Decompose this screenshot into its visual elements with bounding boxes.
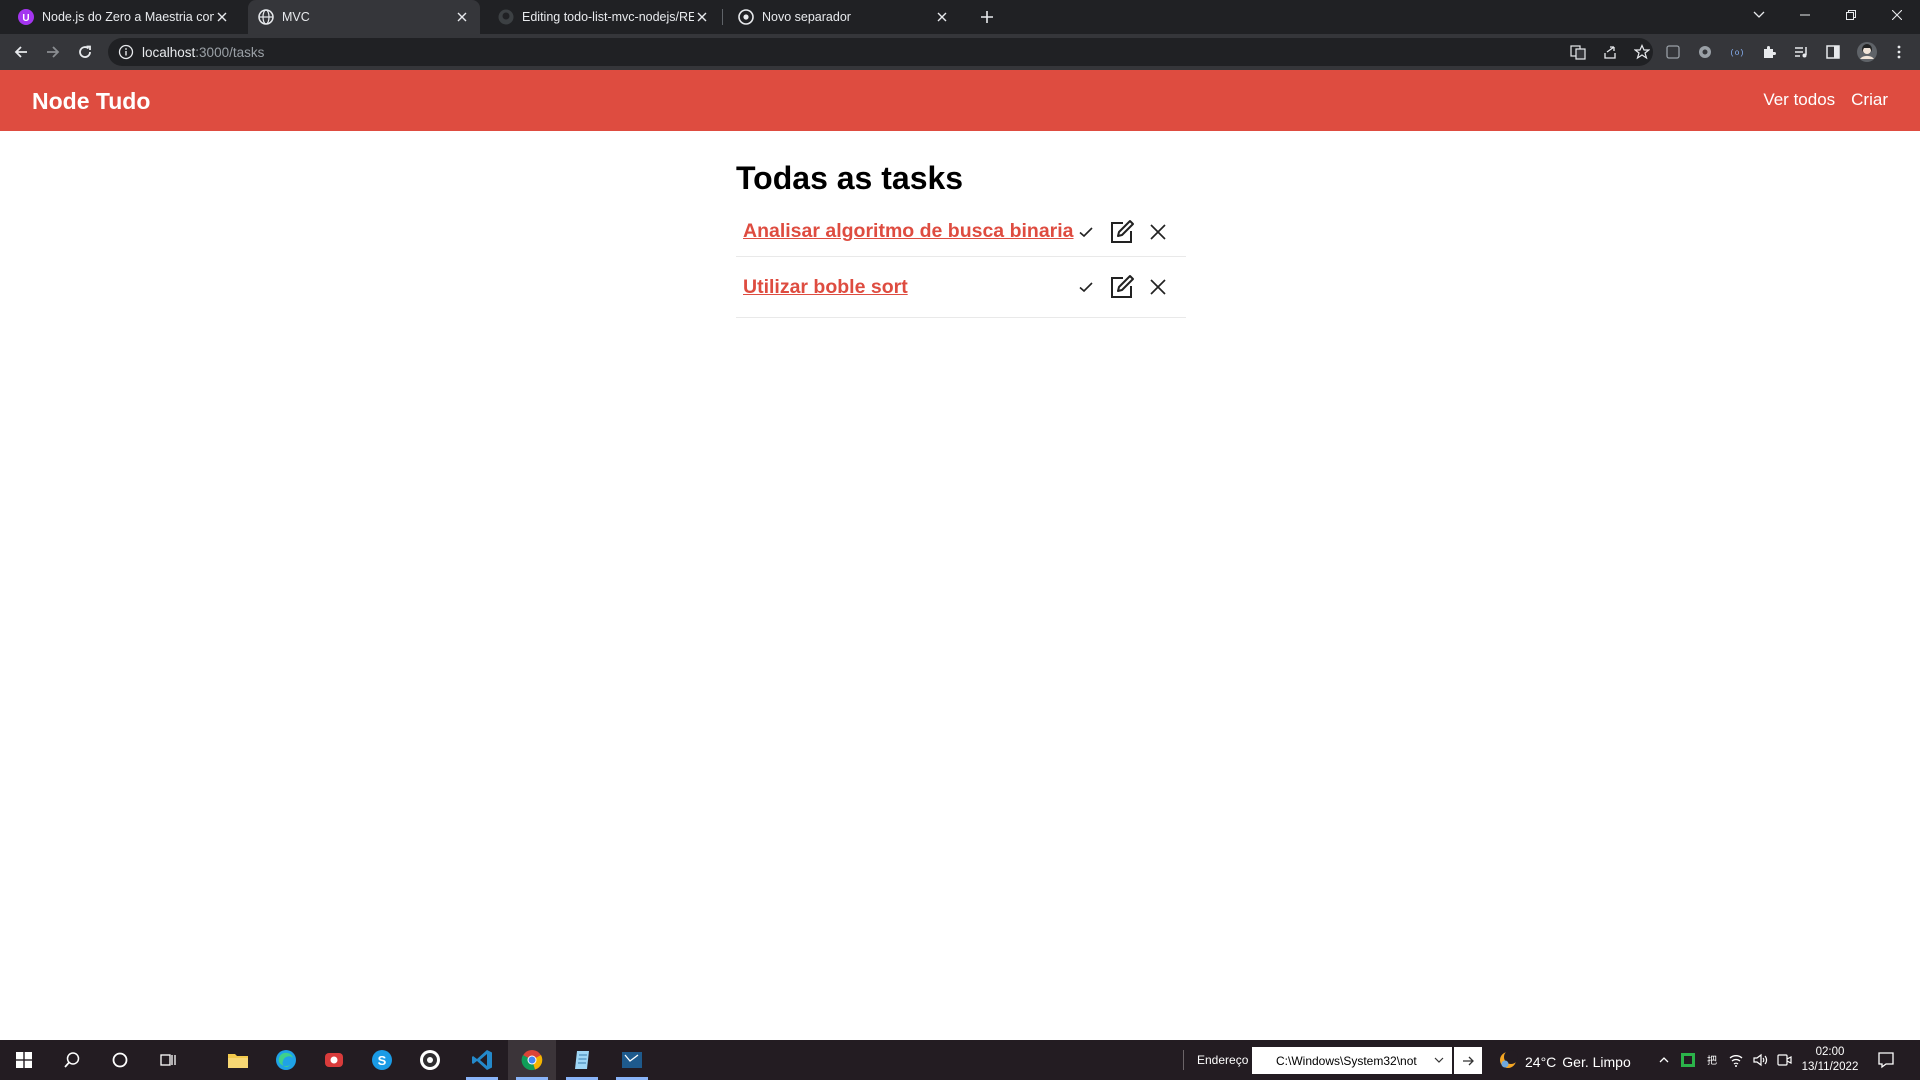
- delete-x-icon[interactable]: [1145, 274, 1171, 300]
- svg-text:把: 把: [1707, 1054, 1717, 1067]
- share-icon[interactable]: [1602, 44, 1618, 60]
- url-path: :3000/tasks: [195, 45, 265, 60]
- address-toolbar-input[interactable]: C:\Windows\System32\not: [1252, 1047, 1452, 1074]
- tab-new-separator[interactable]: Novo separador: [728, 0, 960, 34]
- start-windows-icon[interactable]: [0, 1040, 48, 1080]
- clock-time: 02:00: [1815, 1046, 1845, 1058]
- weather-moon-icon: [1497, 1049, 1519, 1074]
- delete-x-icon[interactable]: [1145, 219, 1171, 245]
- task-actions: [1073, 219, 1171, 245]
- task-view-icon[interactable]: [144, 1040, 192, 1080]
- notepad-icon[interactable]: [558, 1040, 606, 1080]
- tab-separator: [722, 9, 723, 25]
- brand-logo-link[interactable]: Node Tudo: [32, 88, 150, 115]
- complete-check-icon[interactable]: [1073, 274, 1099, 300]
- url-host: localhost: [142, 45, 196, 60]
- task-row: Analisar algoritmo de busca binaria: [736, 207, 1186, 257]
- tab-mvc[interactable]: MVC: [248, 0, 480, 34]
- close-tab-icon[interactable]: [214, 9, 230, 25]
- address-bar[interactable]: localhost:3000/tasks: [108, 38, 1653, 66]
- skype-icon[interactable]: S: [358, 1040, 406, 1080]
- cortana-icon[interactable]: [96, 1040, 144, 1080]
- extension-dev-icon[interactable]: (o): [1729, 44, 1745, 60]
- side-panel-icon[interactable]: [1825, 44, 1841, 60]
- address-go-button[interactable]: [1454, 1047, 1482, 1074]
- task-actions: [1073, 274, 1171, 300]
- tab-github-editing[interactable]: Editing todo-list-mvc-nodejs/REA: [488, 0, 720, 34]
- back-button[interactable]: [9, 40, 33, 64]
- svg-text:U: U: [22, 13, 29, 24]
- tab-title: Novo separador: [762, 10, 851, 24]
- nav-link-criar[interactable]: Criar: [1851, 90, 1888, 110]
- obs-icon[interactable]: [406, 1040, 454, 1080]
- edit-icon[interactable]: [1109, 274, 1135, 300]
- chrome-icon: [738, 9, 754, 25]
- restore-button[interactable]: [1828, 0, 1874, 30]
- terminal-app-icon[interactable]: [608, 1040, 656, 1080]
- edge-browser-icon[interactable]: [262, 1040, 310, 1080]
- globe-icon: [258, 9, 274, 25]
- taskbar-divider: [1183, 1050, 1184, 1070]
- file-explorer-icon[interactable]: [214, 1040, 262, 1080]
- vscode-icon[interactable]: [458, 1040, 506, 1080]
- search-icon[interactable]: [48, 1040, 96, 1080]
- media-controls-icon[interactable]: [1793, 44, 1809, 60]
- weather-desc: Ger. Limpo: [1562, 1053, 1631, 1070]
- github-icon: [498, 9, 514, 25]
- notification-center-icon[interactable]: [1874, 1050, 1898, 1070]
- svg-text:S: S: [378, 1053, 387, 1068]
- chevron-down-icon[interactable]: [1432, 1053, 1446, 1067]
- tab-title: Node.js do Zero a Maestria com: [42, 10, 214, 24]
- chrome-menu-icon[interactable]: [1891, 44, 1907, 60]
- address-toolbar-label: Endereço: [1197, 1053, 1249, 1067]
- browser-toolbar: localhost:3000/tasks (o): [0, 34, 1920, 70]
- address-toolbar-value: C:\Windows\System32\not: [1276, 1054, 1417, 1068]
- taskbar-clock[interactable]: 02:00 13/11/2022: [1790, 1045, 1870, 1075]
- reload-button[interactable]: [73, 40, 97, 64]
- edit-icon[interactable]: [1109, 219, 1135, 245]
- complete-check-icon[interactable]: [1073, 219, 1099, 245]
- tab-title: Editing todo-list-mvc-nodejs/REA: [522, 10, 694, 24]
- volume-icon[interactable]: [1750, 1050, 1770, 1070]
- nav-links: Ver todos Criar: [1763, 90, 1888, 110]
- bookmark-star-icon[interactable]: [1634, 44, 1650, 60]
- task-row: Utilizar boble sort: [736, 257, 1186, 318]
- nav-link-ver-todos[interactable]: Ver todos: [1763, 90, 1835, 110]
- extension-camera-icon[interactable]: [1697, 44, 1713, 60]
- tab-title: MVC: [282, 10, 310, 24]
- screen-recorder-icon[interactable]: [310, 1040, 358, 1080]
- profile-avatar[interactable]: [1857, 42, 1877, 62]
- clock-date: 13/11/2022: [1801, 1061, 1859, 1073]
- page-title: Todas as tasks: [736, 160, 964, 196]
- minimize-button[interactable]: [1782, 0, 1828, 30]
- tab-nodejs-course[interactable]: U Node.js do Zero a Maestria com: [8, 0, 240, 34]
- site-info-icon[interactable]: [118, 44, 134, 60]
- new-tab-button[interactable]: [976, 6, 998, 28]
- task-title-link[interactable]: Utilizar boble sort: [743, 276, 908, 299]
- keyboard-ime-icon[interactable]: 把: [1702, 1050, 1722, 1070]
- extensions-puzzle-icon[interactable]: [1761, 44, 1777, 60]
- forward-button[interactable]: [41, 40, 65, 64]
- windows-taskbar: S Endereço C:\Windows\System32\not 24°C …: [0, 1040, 1920, 1080]
- close-window-button[interactable]: [1874, 0, 1920, 30]
- weather-temp: 24°C: [1525, 1053, 1557, 1070]
- extension-code-icon[interactable]: [1665, 44, 1681, 60]
- site-navbar: Node Tudo Ver todos Criar: [0, 70, 1920, 131]
- translate-icon[interactable]: [1570, 44, 1586, 60]
- weather-widget[interactable]: 24°C Ger. Limpo: [1497, 1049, 1631, 1074]
- tasks-container: Todas as tasks Analisar algoritmo de bus…: [736, 160, 1186, 318]
- close-tab-icon[interactable]: [694, 9, 710, 25]
- show-hidden-icons-chevron-icon[interactable]: [1654, 1050, 1674, 1070]
- nvidia-tray-icon[interactable]: [1678, 1050, 1698, 1070]
- wifi-icon[interactable]: [1726, 1050, 1746, 1070]
- close-tab-icon[interactable]: [934, 9, 950, 25]
- chrome-taskbar-icon[interactable]: [508, 1040, 556, 1080]
- close-tab-icon[interactable]: [454, 9, 470, 25]
- svg-text:(o): (o): [1730, 49, 1744, 58]
- task-title-link[interactable]: Analisar algoritmo de busca binaria: [743, 220, 1074, 243]
- browser-tabstrip: U Node.js do Zero a Maestria com MVC Edi…: [0, 0, 1920, 34]
- url-text[interactable]: localhost:3000/tasks: [142, 45, 264, 60]
- udemy-favicon-icon: U: [18, 9, 34, 25]
- tab-search-icon[interactable]: [1736, 0, 1782, 30]
